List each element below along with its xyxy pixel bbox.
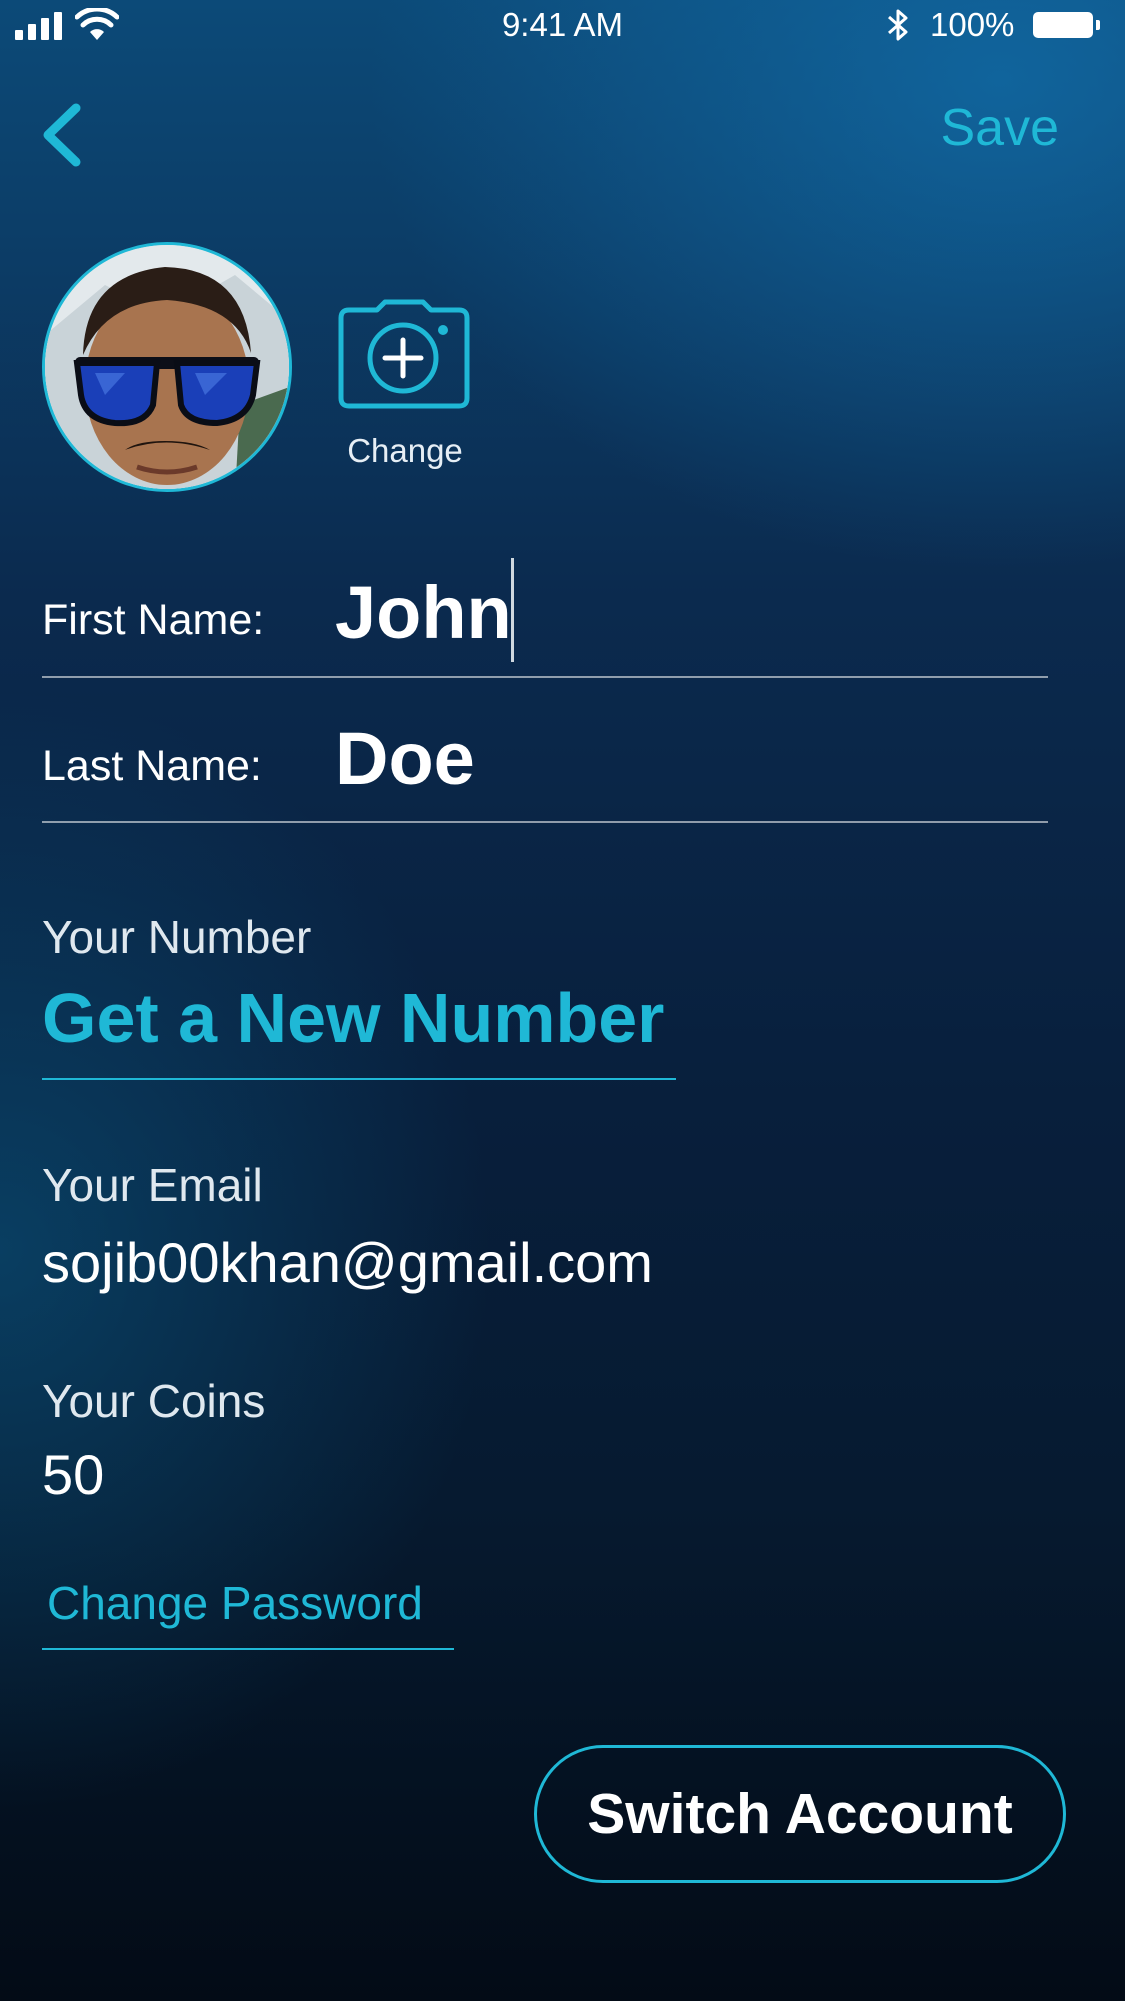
- coins-label: Your Coins: [42, 1375, 266, 1427]
- status-bar: 9:41 AM 100%: [0, 0, 1125, 54]
- get-new-number-underline: [42, 1078, 676, 1080]
- back-button[interactable]: [38, 100, 88, 170]
- bluetooth-icon: [888, 9, 908, 41]
- get-new-number-link[interactable]: Get a New Number: [42, 978, 664, 1058]
- change-photo-label[interactable]: Change: [320, 432, 490, 470]
- first-name-label: First Name:: [42, 596, 265, 644]
- change-password-link[interactable]: Change Password: [47, 1576, 423, 1630]
- last-name-input[interactable]: Doe: [335, 716, 475, 801]
- text-cursor: [511, 558, 514, 662]
- coins-value: 50: [42, 1443, 105, 1506]
- camera-plus-icon[interactable]: [337, 298, 471, 410]
- change-password-underline: [42, 1648, 454, 1650]
- save-button[interactable]: Save: [940, 98, 1059, 158]
- battery-icon: [1033, 12, 1100, 38]
- battery-percent: 100%: [930, 6, 1015, 43]
- email-label: Your Email: [42, 1159, 263, 1211]
- last-name-underline: [42, 821, 1048, 823]
- first-name-input[interactable]: John: [335, 570, 512, 655]
- first-name-underline: [42, 676, 1048, 678]
- avatar[interactable]: [42, 242, 292, 492]
- profile-photo: [45, 245, 289, 489]
- email-value: sojib00khan@gmail.com: [42, 1231, 653, 1294]
- number-label: Your Number: [42, 911, 312, 963]
- last-name-label: Last Name:: [42, 742, 262, 790]
- switch-account-button[interactable]: Switch Account: [534, 1745, 1066, 1883]
